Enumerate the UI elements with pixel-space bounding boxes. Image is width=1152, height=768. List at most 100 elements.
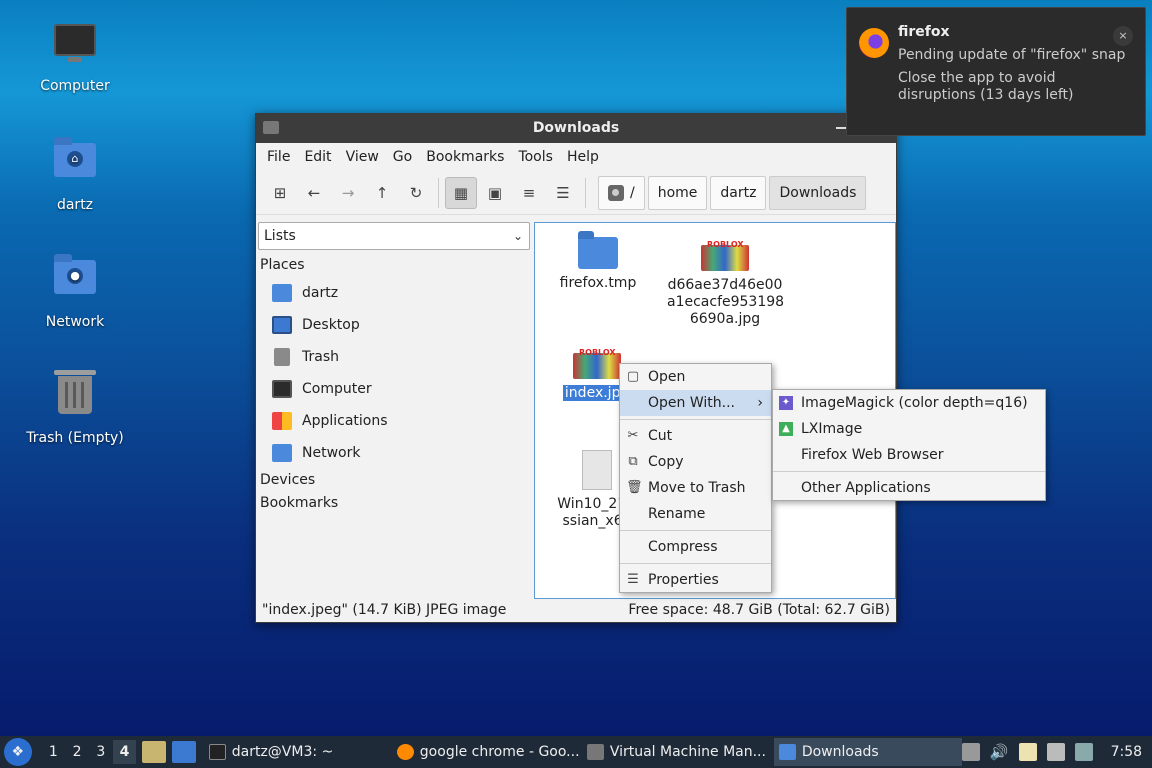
forward-button[interactable]: → [332,177,364,209]
volume-icon[interactable]: 🔊 [990,743,1009,761]
start-menu-button[interactable]: ❖ [4,738,32,766]
task-virt-manager[interactable]: Virtual Machine Man... [582,738,774,766]
desktop-icon-label: Computer [40,78,110,94]
minimize-icon[interactable] [836,127,846,129]
device-icon[interactable] [961,743,980,761]
up-button[interactable]: ↑ [366,177,398,209]
menu-item-label: Compress [648,539,718,555]
desktop-launcher-icon[interactable] [172,741,196,763]
copy-icon: ⧉ [628,454,638,469]
clock[interactable]: 7:58 [1111,744,1142,760]
menu-view[interactable]: View [339,143,386,171]
sidebar-item-dartz[interactable]: dartz [258,277,532,309]
network-status-icon[interactable] [1046,743,1065,761]
desktop-icon-label: dartz [56,197,94,213]
file-manager-launcher-icon[interactable] [142,741,167,763]
sidebar-item-label: Desktop [302,317,360,333]
bookmarks-header[interactable]: Bookmarks [258,492,532,515]
detail-view-button[interactable]: ☰ [547,177,579,209]
desktop-icon-label: Network [45,314,105,330]
disk-icon [608,184,624,201]
app-item-firefox[interactable]: Firefox Web Browser [773,442,1045,468]
menu-go[interactable]: Go [386,143,419,171]
sidebar-item-desktop[interactable]: Desktop [258,309,532,341]
devices-header[interactable]: Devices [258,469,532,492]
menu-separator [620,419,771,420]
context-menu: ▢ Open Open With... › ✂ Cut ⧉ Copy 🗑 Move to … [619,363,772,593]
desktop-icon-home[interactable]: ⌂ dartz [15,135,135,213]
menu-bookmarks[interactable]: Bookmarks [419,143,511,171]
task-firefox[interactable]: google chrome - Goo... [392,738,582,766]
crumb-root[interactable]: / [598,175,645,210]
file-name: firefox.tmp [559,275,637,291]
menu-help[interactable]: Help [560,143,606,171]
menu-separator [620,530,771,531]
file-manager-window: Downloads File Edit View Go Bookmarks To… [255,113,897,623]
workspace-3[interactable]: 3 [89,744,113,760]
image-thumbnail-icon [573,344,621,379]
icon-view-button[interactable]: ▦ [445,176,477,209]
menu-item-label: Cut [648,428,673,444]
menu-item-rename[interactable]: Rename [620,501,771,527]
workspace-2[interactable]: 2 [65,744,89,760]
toolbar-separator [585,177,586,208]
menu-item-open[interactable]: ▢ Open [620,364,771,390]
clipboard-icon[interactable] [1018,743,1037,761]
window-titlebar[interactable]: Downloads [256,114,896,143]
menu-item-move-to-trash[interactable]: 🗑 Move to Trash [620,475,771,501]
crumb-home[interactable]: home [647,175,708,210]
chevron-down-icon: ⌄ [512,229,523,243]
home-folder-icon: ⌂ [54,137,96,177]
notification-line: Close the app to avoid disruptions (13 d… [898,70,1074,103]
close-icon[interactable]: × [1113,26,1133,46]
task-downloads[interactable]: Downloads [773,738,962,766]
sidebar-item-network[interactable]: Network [258,437,532,469]
sidebar: Lists ⌄ Places dartz Desktop Trash Compu… [258,222,532,602]
sidebar-item-computer[interactable]: Computer [258,373,532,405]
menu-separator [620,563,771,564]
menu-tools[interactable]: Tools [511,143,560,171]
desktop-icon-network[interactable]: ● Network [15,252,135,330]
crumb-downloads[interactable]: Downloads [769,175,867,210]
workspace-4[interactable]: 4 [112,740,137,764]
menu-item-open-with[interactable]: Open With... › [620,390,771,416]
crumb-label: dartz [720,184,757,201]
crumb-dartz[interactable]: dartz [710,175,767,210]
app-item-lximage[interactable]: ▲ LXImage [773,416,1045,442]
reload-button[interactable]: ↻ [400,177,432,209]
back-button[interactable]: ← [298,177,330,209]
menu-file[interactable]: File [260,143,297,171]
sidebar-mode-select[interactable]: Lists ⌄ [258,222,530,250]
menu-item-cut[interactable]: ✂ Cut [620,423,771,449]
workspace-1[interactable]: 1 [42,744,66,760]
menu-item-copy[interactable]: ⧉ Copy [620,449,771,475]
menu-edit[interactable]: Edit [297,143,338,171]
file-item[interactable]: d66ae37d46e00 a1ecacfe953198 6690a.jpg [667,233,784,328]
app-item-imagemagick[interactable]: ✦ ImageMagick (color depth=q16) [773,390,1045,416]
new-tab-icon: ⊞ [273,183,287,202]
sidebar-item-label: Network [302,445,361,461]
desktop-icon-computer[interactable]: Computer [15,18,135,94]
chevron-right-icon: › [757,395,763,411]
menu-item-properties[interactable]: ☰ Properties [620,567,771,593]
menu-item-label: ImageMagick (color depth=q16) [801,395,1028,411]
statusbar: "index.jpeg" (14.7 KiB) JPEG image Free … [256,598,896,622]
thumbnail-view-button[interactable]: ▣ [479,177,511,209]
menu-item-compress[interactable]: Compress [620,534,771,560]
arrow-up-icon: ↑ [375,183,389,202]
update-notifier-icon[interactable] [1074,743,1093,761]
desktop-icon-trash[interactable]: Trash (Empty) [15,368,135,446]
home-icon [272,284,292,302]
app-item-other-applications[interactable]: Other Applications [773,475,1045,501]
places-header[interactable]: Places [258,254,532,277]
sidebar-item-trash[interactable]: Trash [258,341,532,373]
sidebar-item-applications[interactable]: Applications [258,405,532,437]
new-tab-button[interactable]: ⊞ [264,177,296,209]
properties-icon: ☰ [627,572,639,587]
notification-popup[interactable]: firefox Pending update of "firefox" snap… [846,7,1146,136]
lximage-icon: ▲ [779,422,793,436]
task-terminal[interactable]: dartz@VM3: ~ [204,738,392,766]
compact-view-button[interactable]: ≡ [513,177,545,209]
task-label: Downloads [801,744,879,760]
file-item[interactable]: firefox.tmp [540,231,656,292]
